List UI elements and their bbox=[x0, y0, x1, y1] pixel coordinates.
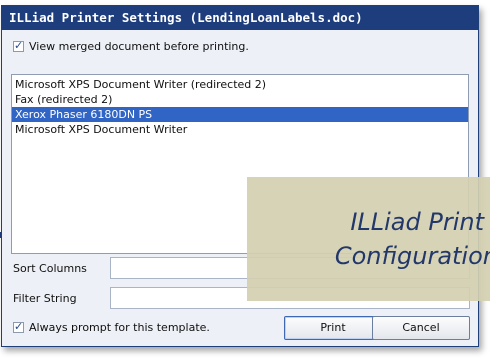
view-merged-option[interactable]: View merged document before printing. bbox=[13, 38, 249, 54]
always-prompt-label: Always prompt for this template. bbox=[29, 320, 210, 334]
view-merged-label: View merged document before printing. bbox=[29, 39, 249, 53]
caption-line-1: ILLiad Print bbox=[350, 208, 484, 236]
printer-list-item[interactable]: Microsoft XPS Document Writer (redirecte… bbox=[12, 77, 468, 92]
print-button[interactable]: Print bbox=[284, 316, 382, 340]
always-prompt-checkbox[interactable] bbox=[13, 320, 24, 333]
window-title: ILLiad Printer Settings (LendingLoanLabe… bbox=[2, 6, 478, 30]
printer-list-item[interactable]: Microsoft XPS Document Writer bbox=[12, 122, 468, 137]
printer-list-item[interactable]: Fax (redirected 2) bbox=[12, 92, 468, 107]
filter-string-label: Filter String bbox=[13, 292, 77, 305]
sort-columns-label: Sort Columns bbox=[13, 262, 87, 275]
caption-overlay: ILLiad Print Configuration bbox=[247, 177, 490, 301]
view-merged-checkbox[interactable] bbox=[13, 39, 24, 52]
printer-list-item-selected[interactable]: Xerox Phaser 6180DN PS bbox=[12, 107, 468, 122]
always-prompt-option[interactable]: Always prompt for this template. bbox=[13, 319, 210, 335]
caption-line-2: Configuration bbox=[334, 242, 490, 270]
cancel-button[interactable]: Cancel bbox=[372, 316, 470, 340]
